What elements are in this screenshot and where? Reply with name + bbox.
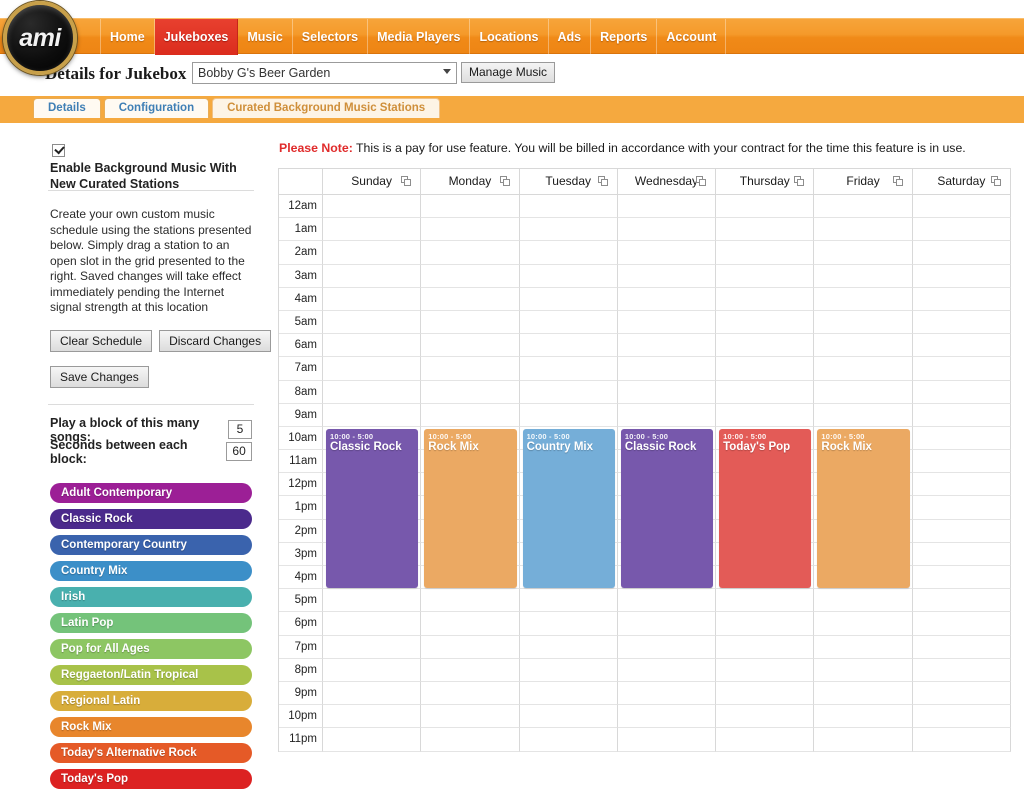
ami-logo-text: ami — [19, 23, 61, 52]
discard-changes-button[interactable]: Discard Changes — [159, 329, 272, 352]
top-navigation-bar: Home Jukeboxes Music Selectors Media Players… — [0, 18, 1024, 55]
clear-schedule-button[interactable]: Clear Schedule — [50, 329, 153, 352]
schedule-button-row-2: Save Changes — [50, 365, 252, 388]
setting-label: Seconds between each block: — [50, 437, 188, 466]
songs-per-block-input[interactable]: 5 — [227, 420, 252, 439]
jukebox-select[interactable]: Bobby G's Beer Garden — [192, 62, 457, 84]
ami-logo[interactable]: ami — [3, 1, 77, 75]
nav-item-media-players[interactable]: Media Players — [368, 19, 471, 55]
nav-item-home[interactable]: Home — [100, 19, 155, 55]
event-time-range: 10:00 - 5:00 — [624, 432, 669, 441]
nav-item-list: Home Jukeboxes Music Selectors Media Players… — [100, 19, 727, 55]
tab-list: Details Configuration Curated Background M… — [33, 98, 441, 118]
station-pill[interactable]: Contemporary Country — [50, 534, 252, 555]
scheduled-event[interactable]: 10:00 - 5:00 Rock Mix — [424, 429, 517, 589]
notice-text: This is a pay for use feature. You will … — [352, 141, 966, 155]
scheduled-event[interactable]: 10:00 - 5:00 Rock Mix — [817, 429, 910, 589]
left-control-panel: Enable Background Music With New Curated… — [40, 134, 272, 795]
page-header-row: Details for Jukebox Bobby G's Beer Garde… — [0, 62, 1024, 92]
manage-music-button[interactable]: Manage Music — [461, 62, 556, 83]
event-time-range: 10:00 - 5:00 — [526, 432, 570, 441]
event-station-name: Today's Pop — [723, 441, 791, 453]
station-list: Adult Contemporary Classic Rock Contempora… — [50, 482, 252, 789]
nav-item-music[interactable]: Music — [238, 19, 293, 55]
nav-item-locations[interactable]: Locations — [470, 19, 549, 55]
schedule-button-row-1: Clear Schedule Discard Changes — [50, 329, 272, 352]
event-time-range: 10:00 - 5:00 — [330, 432, 374, 441]
scheduled-events-layer: 10:00 - 5:00 Classic Rock 10:00 - 5:00 Rock… — [279, 169, 1012, 752]
station-pill[interactable]: Adult Contemporary — [50, 482, 252, 503]
playback-settings: Play a block of this many songs: 5 Secon… — [40, 416, 262, 466]
scheduled-event[interactable]: 10:00 - 5:00 Country Mix — [522, 429, 615, 589]
pay-for-use-notice: Please Note: This is a pay for use featu… — [279, 141, 966, 155]
station-pill[interactable]: Latin Pop — [50, 612, 252, 633]
nav-item-selectors[interactable]: Selectors — [293, 19, 369, 55]
event-station-name: Classic Rock — [624, 441, 697, 453]
seconds-between-blocks-input[interactable]: 60 — [226, 442, 252, 461]
nav-item-ads[interactable]: Ads — [549, 19, 592, 55]
event-time-range: 10:00 - 5:00 — [723, 432, 767, 441]
event-time-range: 10:00 - 5:00 — [821, 432, 865, 441]
setting-seconds-between-blocks: Seconds between each block: 60 — [50, 437, 252, 466]
nav-item-jukeboxes[interactable]: Jukeboxes — [154, 19, 239, 55]
divider — [48, 403, 254, 405]
save-changes-button[interactable]: Save Changes — [50, 365, 149, 388]
station-pill[interactable]: Today's Alternative Rock — [50, 742, 252, 763]
page-title: Details for Jukebox — [45, 64, 187, 83]
scheduled-event[interactable]: 10:00 - 5:00 Today's Pop — [719, 429, 812, 589]
schedule-grid[interactable]: Sunday Monday Tuesday Wednesday Thursday Frid… — [278, 168, 1011, 752]
instructions-text: Create your own custom music schedule us… — [50, 207, 252, 314]
station-pill[interactable]: Country Mix — [50, 560, 252, 581]
station-pill[interactable]: Irish — [50, 586, 252, 607]
station-pill[interactable]: Today's Pop — [50, 768, 252, 789]
scheduled-event[interactable]: 10:00 - 5:00 Classic Rock — [620, 429, 714, 589]
nav-item-reports[interactable]: Reports — [591, 19, 658, 55]
station-pill[interactable]: Pop for All Ages — [50, 638, 252, 659]
notice-prefix: Please Note: — [279, 141, 353, 155]
event-station-name: Classic Rock — [330, 441, 402, 453]
nav-item-account[interactable]: Account — [657, 19, 727, 55]
event-time-range: 10:00 - 5:00 — [428, 432, 472, 441]
station-pill[interactable]: Rock Mix — [50, 716, 252, 737]
station-pill[interactable]: Classic Rock — [50, 508, 252, 529]
event-station-name: Country Mix — [526, 441, 594, 453]
scheduled-event[interactable]: 10:00 - 5:00 Classic Rock — [326, 429, 419, 589]
station-pill[interactable]: Regional Latin — [50, 690, 252, 711]
enable-background-music-label: Enable Background Music With New Curated… — [50, 161, 237, 191]
chevron-down-icon[interactable] — [443, 69, 451, 74]
station-pill[interactable]: Reggaeton/Latin Tropical — [50, 664, 252, 685]
tab-configuration[interactable]: Configuration — [103, 98, 210, 118]
tab-details[interactable]: Details — [33, 98, 101, 118]
event-station-name: Rock Mix — [821, 441, 872, 453]
enable-background-music-checkbox[interactable] — [52, 144, 65, 157]
tab-curated-background-music-stations[interactable]: Curated Background Music Stations — [212, 98, 441, 118]
enable-background-music-row[interactable]: Enable Background Music With New Curated… — [40, 134, 262, 191]
event-station-name: Rock Mix — [428, 441, 479, 453]
